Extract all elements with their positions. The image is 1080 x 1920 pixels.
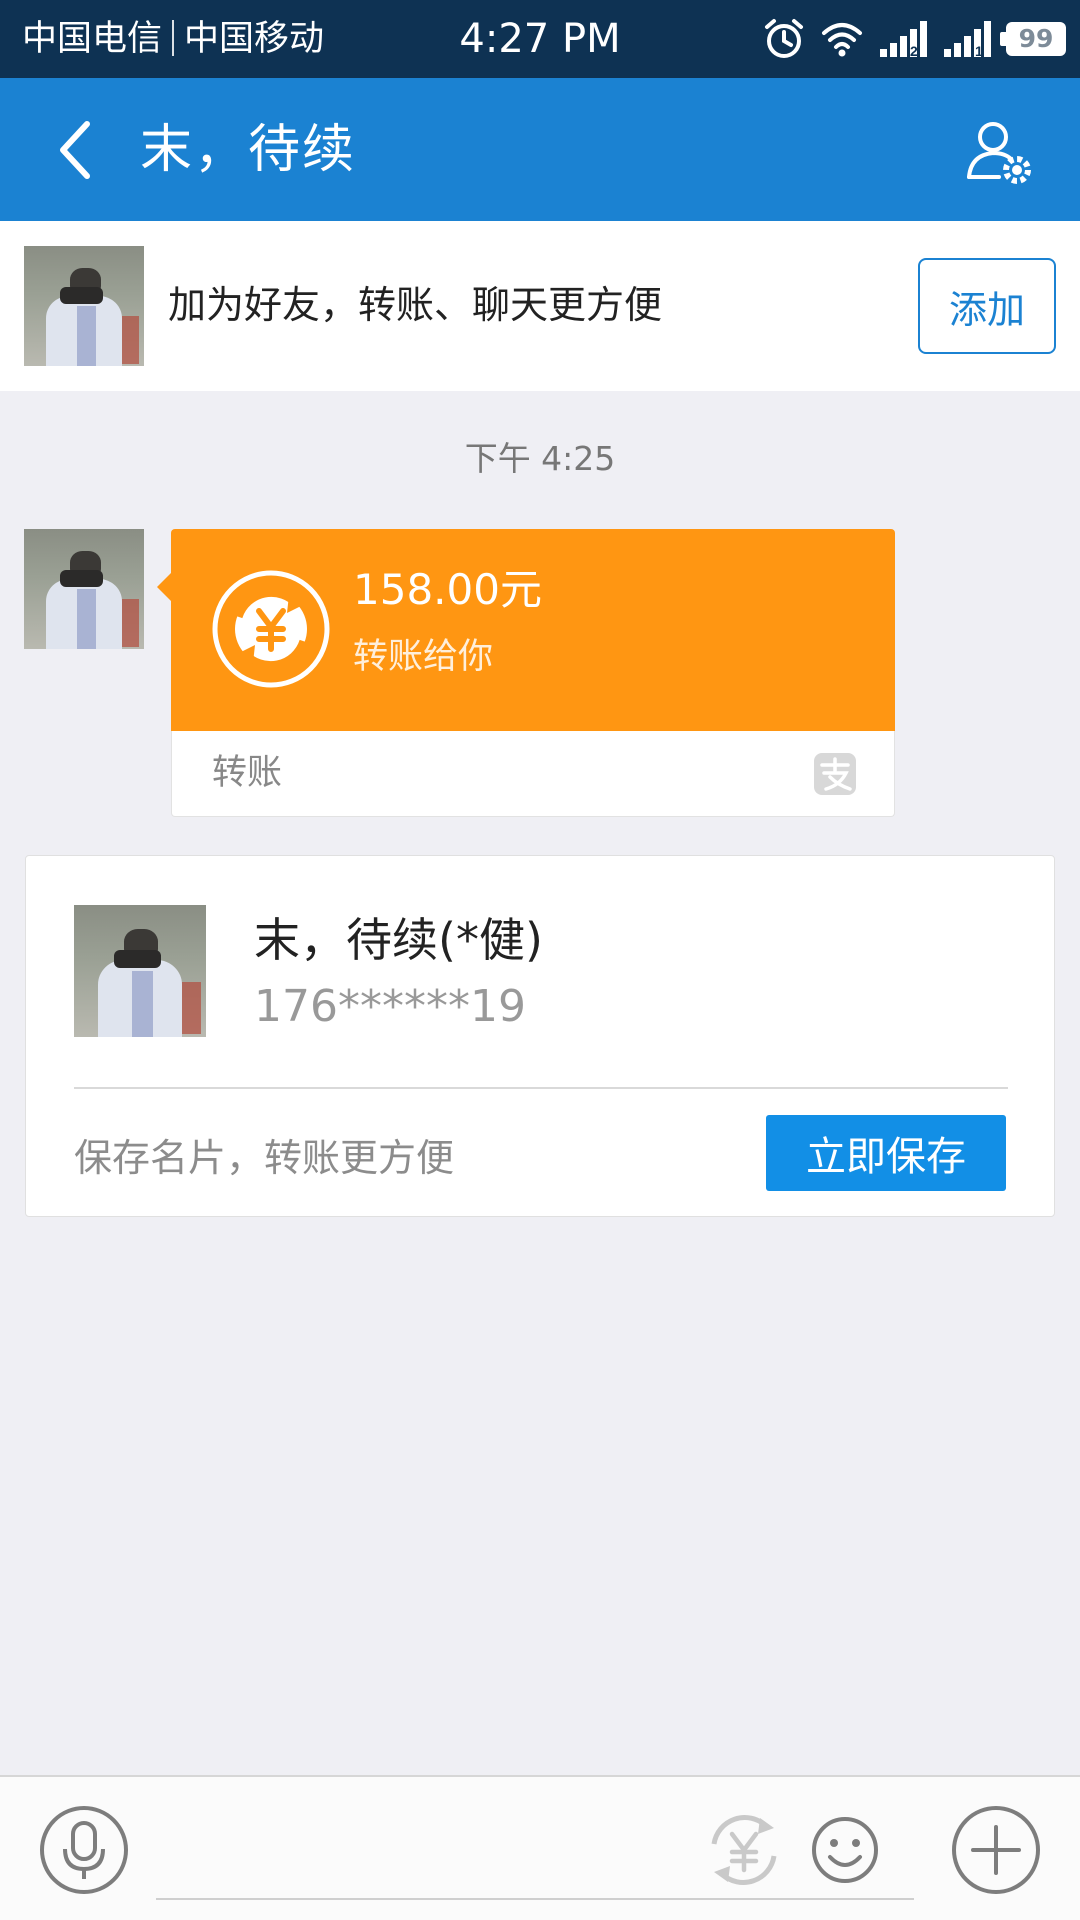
status-icons: 2 1 99 — [762, 14, 1066, 64]
avatar[interactable] — [24, 246, 144, 366]
transfer-message[interactable]: 158.00元 转账给你 转账 — [157, 529, 895, 817]
svg-text:2: 2 — [910, 43, 918, 59]
contact-name: 末，待续(*健) — [254, 913, 543, 967]
chevron-left-icon — [60, 121, 90, 179]
microphone-icon — [40, 1806, 128, 1894]
sender-avatar[interactable] — [24, 529, 144, 649]
transfer-label: 转账 — [212, 753, 283, 793]
transfer-button[interactable] — [704, 1805, 784, 1895]
signal-1-icon: 1 — [944, 21, 991, 59]
carrier-2: 中国移动 — [184, 19, 325, 59]
save-contact-button[interactable]: 立即保存 — [766, 1115, 1006, 1191]
input-bar — [0, 1775, 1080, 1920]
carrier-1: 中国电信 — [22, 19, 163, 59]
card-divider — [74, 1087, 1008, 1089]
add-friend-banner: 加为好友，转账、聊天更方便 添加 — [0, 221, 1080, 391]
battery-icon: 99 — [1000, 22, 1066, 56]
transfer-amount: 158.00元 — [353, 565, 542, 614]
carrier-labels: 中国电信 中国移动 — [22, 14, 324, 64]
back-button[interactable] — [40, 112, 110, 188]
plus-icon — [952, 1806, 1040, 1894]
header: 末，待续 — [0, 78, 1080, 221]
add-friend-text: 加为好友，转账、聊天更方便 — [168, 283, 663, 327]
transfer-description: 转账给你 — [353, 637, 494, 677]
status-bar: 中国电信 中国移动 4:27 PM 2 1 99 — [0, 0, 1080, 78]
voice-button[interactable] — [39, 1805, 129, 1895]
message-input[interactable] — [156, 1898, 914, 1900]
transfer-header: 158.00元 转账给你 — [157, 529, 895, 731]
profile-settings-button[interactable] — [960, 114, 1040, 190]
status-time: 4:27 PM — [459, 16, 621, 62]
emoji-icon — [812, 1817, 878, 1883]
contact-avatar — [74, 905, 206, 1037]
add-friend-button[interactable]: 添加 — [918, 258, 1056, 354]
signal-2-icon: 2 — [880, 21, 927, 59]
user-settings-icon — [967, 122, 1031, 184]
carrier-separator — [172, 20, 175, 56]
svg-text:1: 1 — [975, 43, 983, 59]
alarm-icon — [765, 19, 803, 58]
contact-phone: 176******19 — [254, 981, 526, 1032]
alipay-icon — [814, 753, 856, 795]
transfer-footer: 转账 — [171, 731, 895, 817]
message-timestamp: 下午 4:25 — [464, 439, 616, 478]
emoji-button[interactable] — [810, 1805, 880, 1895]
contact-card: 末，待续(*健) 176******19 保存名片，转账更方便 立即保存 — [25, 855, 1055, 1217]
chat-screen: 中国电信 中国移动 4:27 PM 2 1 99 末，待续 加为好友，转账、聊天… — [0, 0, 1080, 1920]
yuan-transfer-icon — [212, 570, 330, 688]
yuan-transfer-icon — [711, 1815, 777, 1885]
page-title: 末，待续 — [140, 120, 357, 180]
save-contact-hint: 保存名片，转账更方便 — [74, 1136, 455, 1180]
more-button[interactable] — [951, 1805, 1041, 1895]
wifi-icon — [822, 23, 862, 57]
